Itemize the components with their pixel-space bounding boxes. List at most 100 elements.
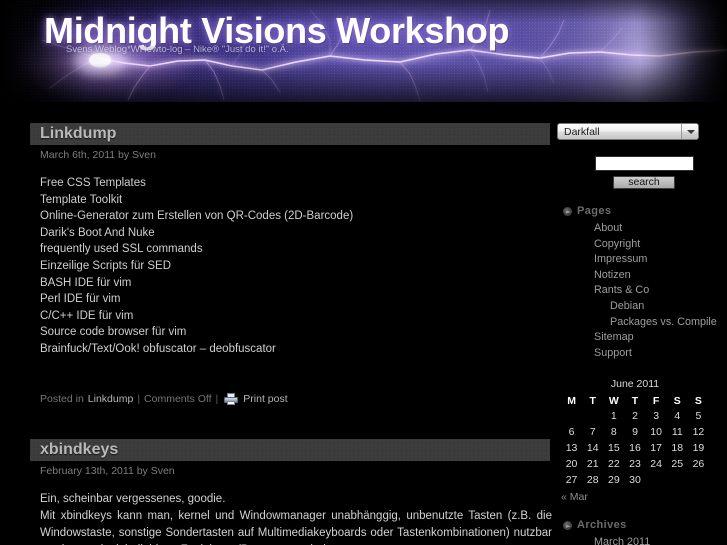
list-item: Notizen	[594, 267, 724, 283]
list-item: Einzeilige Scripts für SED	[40, 258, 550, 275]
list-item: Template Toolkit	[40, 192, 550, 209]
list-item: Perl IDE für vim	[40, 291, 550, 308]
calendar-day: 30	[629, 474, 641, 487]
post-footer: Posted in Linkdump | Comments Off | Prin…	[30, 392, 550, 405]
calendar-day: 28	[586, 474, 599, 487]
calendar-day: 21	[586, 458, 599, 471]
list-item: Darik's Boot And Nuke	[40, 225, 550, 242]
archives-widget: Archives March 2011 February 2011 Januar…	[556, 519, 724, 545]
post-content: Free CSS Templates Template Toolkit Onli…	[30, 175, 550, 358]
calendar-day: 12	[692, 426, 705, 439]
calendar-day: 22	[608, 458, 620, 471]
linkdump-link[interactable]: BASH IDE für vim	[40, 277, 131, 289]
post-divider-space	[30, 409, 550, 439]
sidebar-page-packages-vs-compile[interactable]: Packages vs. Compile	[610, 316, 717, 328]
post-paragraph: Mit xbindkeys kann man, kernel und Windo…	[40, 509, 552, 545]
bullet-arrow-icon	[563, 520, 572, 530]
calendar-day: 23	[629, 458, 641, 471]
calendar-week-row: 20 21 22 23 24 25 26	[561, 456, 709, 472]
linkdump-link[interactable]: Template Toolkit	[40, 194, 122, 206]
calendar-day: 29	[608, 474, 620, 487]
post-paragraph: Ein, scheinbar vergessenes, goodie.	[40, 492, 226, 505]
sidebar-page-notizen[interactable]: Notizen	[594, 269, 631, 281]
sidebar-page-debian[interactable]: Debian	[610, 300, 644, 312]
calendar-day: 7	[589, 426, 596, 439]
linkdump-link[interactable]: Einzeilige Scripts für SED	[40, 260, 171, 272]
sidebar-page-support[interactable]: Support	[594, 347, 632, 359]
calendar-day: 9	[632, 426, 638, 439]
calendar-day: 3	[653, 410, 660, 423]
list-item: BASH IDE für vim	[40, 275, 550, 292]
linkdump-link[interactable]: Darik's Boot And Nuke	[40, 227, 155, 239]
linkdump-link[interactable]: Free CSS Templates	[40, 177, 146, 189]
posted-in-label: Posted in	[40, 392, 84, 405]
list-item: Support	[594, 345, 724, 361]
list-item: Online-Generator zum Erstellen von QR-Co…	[40, 208, 550, 225]
calendar-table: June 2011 M T W T F S S 1 2 3 4 5 6 7 8 …	[561, 378, 709, 488]
calendar-day	[646, 472, 667, 488]
post-xbindkeys: xbindkeys February 13th, 2011 by Sven Ei…	[30, 438, 552, 545]
calendar-week-row: 1 2 3 4 5	[561, 408, 709, 424]
calendar-weekday-row: M T W T F S S	[561, 393, 709, 408]
sidebar: Darkfall search Pages About Copyright Im…	[556, 123, 724, 545]
calendar-day: 27	[565, 474, 578, 487]
post-meta: February 13th, 2011 by Sven	[40, 464, 175, 477]
calendar-day: 4	[674, 410, 681, 423]
archives-heading-label: Archives	[577, 519, 627, 532]
linkdump-link[interactable]: Online-Generator zum Erstellen von QR-Co…	[40, 210, 353, 222]
linkdump-link[interactable]: Brainfuck/Text/Ook! obfuscator – deobfus…	[40, 343, 276, 355]
pages-list: About Copyright Impressum Notizen Rants …	[556, 220, 724, 360]
theme-select[interactable]: Darkfall	[557, 123, 699, 140]
calendar-day: 18	[671, 442, 684, 455]
list-item: Free CSS Templates	[40, 175, 550, 192]
chevron-down-icon[interactable]	[681, 124, 698, 139]
sidebar-page-sitemap[interactable]: Sitemap	[594, 331, 634, 343]
list-item: Sitemap	[594, 329, 724, 345]
print-post-link[interactable]: Print post	[243, 393, 287, 405]
calendar-prev-month-link[interactable]: « Mar	[561, 491, 588, 503]
sidebar-page-rants-and-co[interactable]: Rants & Co	[594, 284, 649, 296]
calendar-day: 17	[650, 442, 662, 455]
calendar-day: 25	[671, 458, 684, 471]
list-item: C/C++ IDE für vim	[40, 308, 550, 325]
calendar-day	[688, 472, 709, 488]
calendar-day: 11	[671, 426, 683, 439]
page-root: Midnight Visions Workshop Svens Weblog*W…	[0, 0, 727, 545]
linkdump-link[interactable]: frequently used SSL commands	[40, 243, 203, 255]
calendar-nav: « Mar	[561, 491, 724, 503]
calendar-day	[582, 408, 603, 424]
sidebar-page-copyright[interactable]: Copyright	[594, 238, 640, 250]
post-title[interactable]: xbindkeys	[30, 438, 550, 461]
archive-march-2011[interactable]: March 2011	[594, 536, 650, 545]
list-item: Copyright	[594, 236, 724, 252]
footer-separator: |	[215, 392, 219, 405]
post-category-link[interactable]: Linkdump	[88, 393, 134, 405]
search-input[interactable]	[594, 156, 694, 171]
calendar-day: 6	[568, 426, 575, 439]
list-item: March 2011	[594, 534, 724, 545]
calendar-day: 1	[610, 410, 617, 423]
pages-heading-label: Pages	[577, 205, 612, 217]
pages-widget: Pages About Copyright Impressum Notizen …	[556, 205, 724, 360]
search-button[interactable]: search	[613, 176, 675, 189]
post-title[interactable]: Linkdump	[30, 123, 550, 145]
calendar-day: 19	[692, 442, 705, 455]
linkdump-list: Free CSS Templates Template Toolkit Onli…	[40, 175, 550, 358]
linkdump-link[interactable]: Source code browser für vim	[40, 326, 186, 338]
list-item: Impressum	[594, 251, 724, 267]
site-header: Midnight Visions Workshop Svens Weblog*W…	[0, 0, 727, 115]
weekday-header: W	[608, 394, 619, 407]
theme-selector-wrap: Darkfall	[557, 123, 724, 140]
sidebar-page-impressum[interactable]: Impressum	[594, 253, 647, 265]
linkdump-link[interactable]: C/C++ IDE für vim	[40, 310, 133, 322]
calendar-week-row: 27 28 29 30	[561, 472, 709, 488]
sidebar-page-about[interactable]: About	[594, 222, 622, 234]
weekday-header: S	[694, 394, 702, 407]
weekday-header: T	[589, 394, 596, 407]
comments-status: Comments Off	[144, 392, 212, 405]
linkdump-link[interactable]: Perl IDE für vim	[40, 293, 121, 305]
list-item: frequently used SSL commands	[40, 241, 550, 258]
calendar-caption: June 2011	[610, 378, 660, 391]
calendar-week-row: 6 7 8 9 10 11 12	[561, 424, 709, 440]
weekday-header: F	[652, 394, 660, 407]
